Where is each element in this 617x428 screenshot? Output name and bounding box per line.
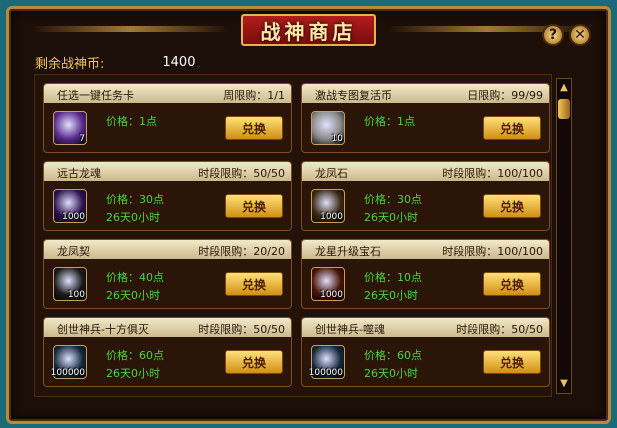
item-quantity: 7: [79, 134, 85, 144]
fire-gem-icon[interactable]: 1000: [311, 267, 345, 301]
item-price: 价格：10点: [364, 271, 422, 284]
item-header: 创世神兵-噬魂 时段限购：50/50: [302, 318, 549, 337]
scroll-down-icon[interactable]: ▼: [558, 377, 570, 391]
item-time-remaining: 26天0小时: [364, 211, 418, 224]
scroll-up-icon[interactable]: ▲: [558, 81, 570, 95]
item-limit: 时段限购：50/50: [198, 167, 285, 180]
shop-item-card: 龙星升级宝石 时段限购：100/100 1000 价格：10点 26天0小时 兑换: [301, 239, 550, 309]
exchange-button[interactable]: 兑换: [483, 350, 541, 374]
item-name: 远古龙魂: [57, 167, 101, 180]
exchange-button[interactable]: 兑换: [225, 194, 283, 218]
item-price: 价格：1点: [106, 115, 157, 128]
item-name: 龙凤契: [57, 245, 90, 258]
dragon-soul-icon[interactable]: 1000: [53, 189, 87, 223]
item-quantity: 1000: [62, 212, 85, 222]
shop-item-card: 远古龙魂 时段限购：50/50 1000 价格：30点 26天0小时 兑换: [43, 161, 292, 231]
purple-card-icon[interactable]: 7: [53, 111, 87, 145]
item-limit: 时段限购：100/100: [442, 245, 543, 258]
item-price: 价格：1点: [364, 115, 415, 128]
item-price: 价格：40点: [106, 271, 164, 284]
item-limit: 时段限购：50/50: [198, 323, 285, 336]
item-quantity: 10: [331, 134, 343, 144]
item-time-remaining: 26天0小时: [364, 367, 418, 380]
silver-coin-icon[interactable]: 10: [311, 111, 345, 145]
shop-item-card: 创世神兵-十方俱灭 时段限购：50/50 100000 价格：60点 26天0小时 兑换: [43, 317, 292, 387]
item-limit: 时段限购：20/20: [198, 245, 285, 258]
item-limit: 周限购：1/1: [223, 89, 285, 102]
item-price: 价格：60点: [364, 349, 422, 362]
close-button[interactable]: ✕: [569, 24, 591, 46]
item-time-remaining: 26天0小时: [106, 367, 160, 380]
item-quantity: 1000: [320, 212, 343, 222]
item-price: 价格：30点: [364, 193, 422, 206]
shop-item-card: 激战专图复活币 日限购：99/99 10 价格：1点 兑换: [301, 83, 550, 153]
exchange-button[interactable]: 兑换: [483, 116, 541, 140]
exchange-button[interactable]: 兑换: [225, 272, 283, 296]
item-name: 创世神兵-十方俱灭: [57, 323, 149, 336]
item-name: 任选一键任务卡: [57, 89, 134, 102]
title-decoration-left: [30, 26, 230, 32]
sword-orb-icon[interactable]: 100000: [50, 345, 87, 379]
exchange-button[interactable]: 兑换: [483, 194, 541, 218]
currency-row: 剩余战神币: 1400: [35, 52, 195, 72]
scrollbar[interactable]: ▲ ▼: [556, 78, 572, 394]
shop-item-card: 创世神兵-噬魂 时段限购：50/50 100000 价格：60点 26天0小时 兑换: [301, 317, 550, 387]
exchange-button[interactable]: 兑换: [225, 350, 283, 374]
shop-item-card: 龙凤契 时段限购：20/20 100 价格：40点 26天0小时 兑换: [43, 239, 292, 309]
item-limit: 时段限购：100/100: [442, 167, 543, 180]
help-button[interactable]: ?: [542, 24, 564, 46]
item-header: 激战专图复活币 日限购：99/99: [302, 84, 549, 103]
item-quantity: 100000: [50, 368, 85, 378]
currency-label: 剩余战神币:: [35, 56, 105, 72]
item-header: 任选一键任务卡 周限购：1/1: [44, 84, 291, 103]
item-time-remaining: 26天0小时: [106, 211, 160, 224]
currency-value: 1400: [162, 54, 196, 70]
item-price: 价格：60点: [106, 349, 164, 362]
soul-orb-icon[interactable]: 100000: [308, 345, 345, 379]
item-name: 龙凤石: [315, 167, 348, 180]
item-quantity: 100: [67, 290, 85, 300]
shop-item-card: 龙凤石 时段限购：100/100 1000 价格：30点 26天0小时 兑换: [301, 161, 550, 231]
item-time-remaining: 26天0小时: [106, 289, 160, 302]
item-limit: 日限购：99/99: [467, 89, 543, 102]
scroll-thumb[interactable]: [558, 99, 570, 119]
item-name: 龙星升级宝石: [315, 245, 381, 258]
item-limit: 时段限购：50/50: [456, 323, 543, 336]
item-name: 激战专图复活币: [315, 89, 392, 102]
item-name: 创世神兵-噬魂: [315, 323, 385, 336]
item-header: 龙凤契 时段限购：20/20: [44, 240, 291, 259]
item-time-remaining: 26天0小时: [364, 289, 418, 302]
item-header: 创世神兵-十方俱灭 时段限购：50/50: [44, 318, 291, 337]
jade-ring-icon[interactable]: 100: [53, 267, 87, 301]
item-grid: 任选一键任务卡 周限购：1/1 7 价格：1点 兑换 激战专图复活币 日限购：99/99 10…: [34, 74, 552, 397]
item-price: 价格：30点: [106, 193, 164, 206]
shop-item-card: 任选一键任务卡 周限购：1/1 7 价格：1点 兑换: [43, 83, 292, 153]
exchange-button[interactable]: 兑换: [225, 116, 283, 140]
shop-title: 战神商店: [241, 14, 376, 46]
dragon-phoenix-stone-icon[interactable]: 1000: [311, 189, 345, 223]
exchange-button[interactable]: 兑换: [483, 272, 541, 296]
item-header: 龙凤石 时段限购：100/100: [302, 162, 549, 181]
item-header: 龙星升级宝石 时段限购：100/100: [302, 240, 549, 259]
item-quantity: 100000: [308, 368, 343, 378]
item-header: 远古龙魂 时段限购：50/50: [44, 162, 291, 181]
item-quantity: 1000: [320, 290, 343, 300]
